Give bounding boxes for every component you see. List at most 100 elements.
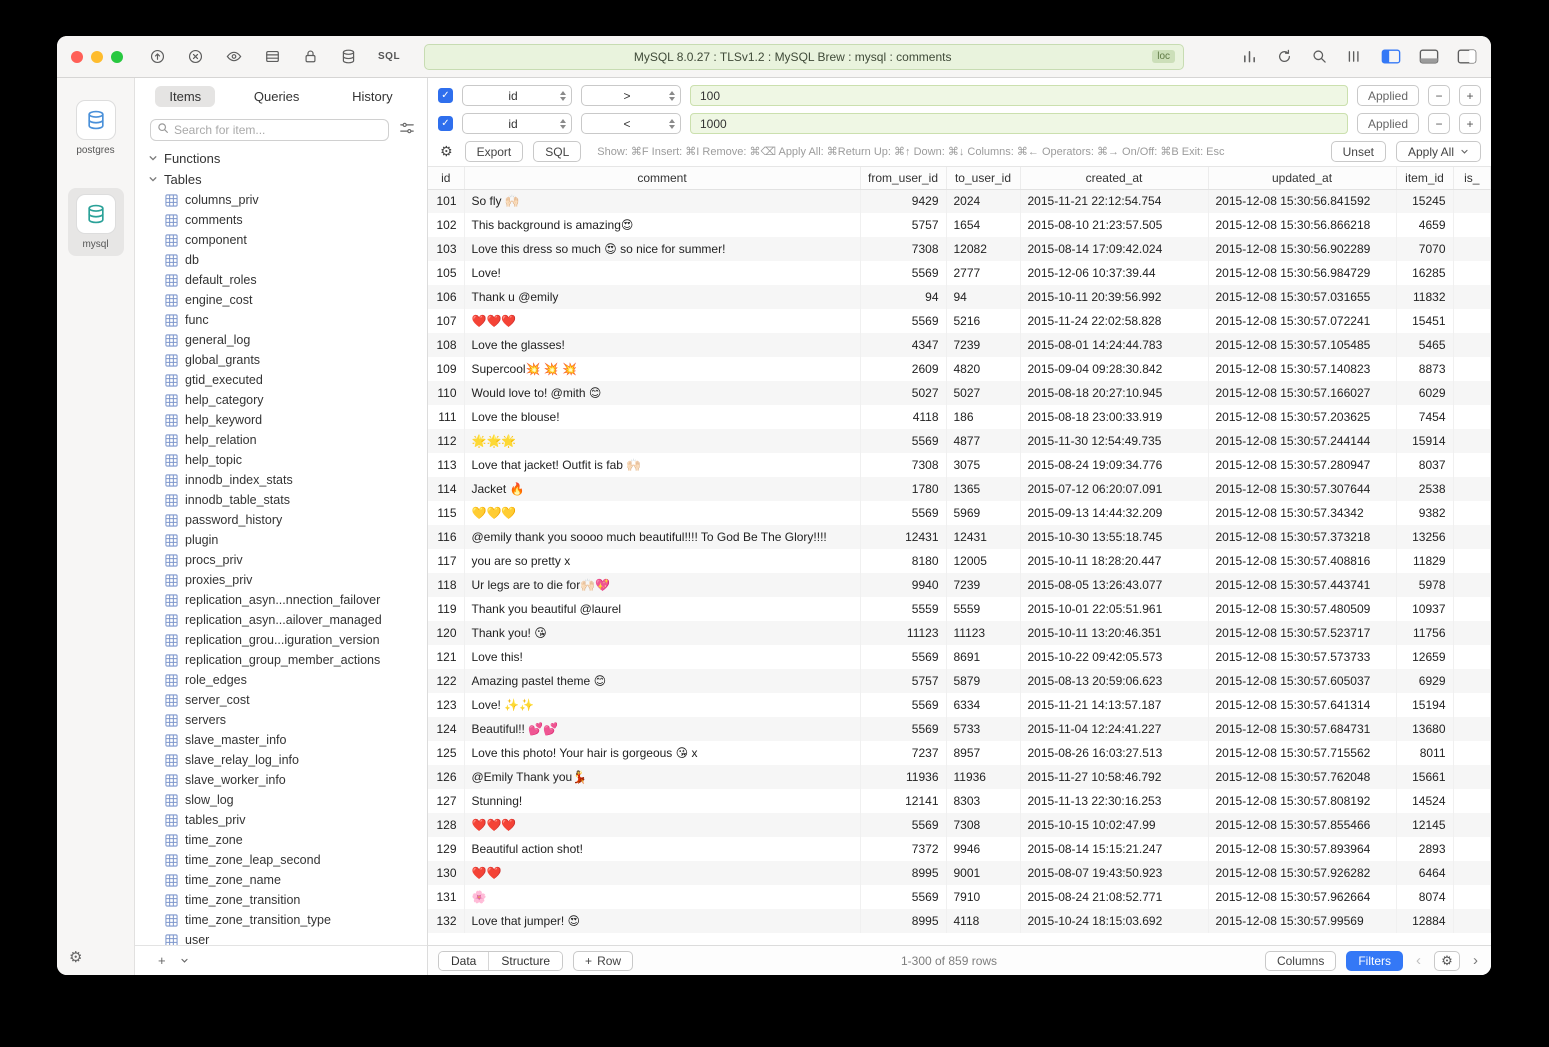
table-row[interactable]: 113Love that jacket! Outfit is fab 🙌🏻730… — [428, 453, 1491, 477]
cell-comment[interactable]: Love! ✨✨ — [464, 693, 860, 717]
cell-comment[interactable]: Love that jumper! 😍 — [464, 909, 860, 933]
tab-data[interactable]: Data — [439, 952, 488, 970]
cell-created_at[interactable]: 2015-08-14 15:15:21.247 — [1020, 837, 1208, 861]
cell-to_user_id[interactable]: 12082 — [946, 237, 1020, 261]
cell-is_[interactable] — [1453, 669, 1491, 693]
cell-comment[interactable]: Thank you beautiful @laurel — [464, 597, 860, 621]
filter-field-select[interactable]: id — [462, 85, 572, 106]
table-row[interactable]: 116@emily thank you soooo much beautiful… — [428, 525, 1491, 549]
cell-created_at[interactable]: 2015-11-24 22:02:58.828 — [1020, 309, 1208, 333]
sidebar-table-innodb_index_stats[interactable]: innodb_index_stats — [135, 470, 427, 490]
cell-is_[interactable] — [1453, 837, 1491, 861]
cell-created_at[interactable]: 2015-10-11 18:28:20.447 — [1020, 549, 1208, 573]
cell-from_user_id[interactable]: 5027 — [860, 381, 946, 405]
cell-item_id[interactable]: 15661 — [1396, 765, 1453, 789]
sidebar-table-slave_relay_log_info[interactable]: slave_relay_log_info — [135, 750, 427, 770]
cell-updated_at[interactable]: 2015-12-08 15:30:57.926282 — [1208, 861, 1396, 885]
sidebar-table-comments[interactable]: comments — [135, 210, 427, 230]
cell-from_user_id[interactable]: 8180 — [860, 549, 946, 573]
cell-from_user_id[interactable]: 8995 — [860, 909, 946, 933]
cell-updated_at[interactable]: 2015-12-08 15:30:56.866218 — [1208, 213, 1396, 237]
cell-created_at[interactable]: 2015-10-15 10:02:47.99 — [1020, 813, 1208, 837]
cell-id[interactable]: 124 — [428, 717, 464, 741]
cell-from_user_id[interactable]: 7308 — [860, 237, 946, 261]
table-row[interactable]: 117you are so pretty x8180120052015-10-1… — [428, 549, 1491, 573]
cell-to_user_id[interactable]: 186 — [946, 405, 1020, 429]
cell-id[interactable]: 122 — [428, 669, 464, 693]
table-row[interactable]: 124Beautiful!! 💕💕556957332015-11-04 12:2… — [428, 717, 1491, 741]
sidebar-table-time_zone_transition[interactable]: time_zone_transition — [135, 890, 427, 910]
cell-to_user_id[interactable]: 4877 — [946, 429, 1020, 453]
cell-updated_at[interactable]: 2015-12-08 15:30:57.573733 — [1208, 645, 1396, 669]
cell-id[interactable]: 126 — [428, 765, 464, 789]
cell-comment[interactable]: you are so pretty x — [464, 549, 860, 573]
cell-updated_at[interactable]: 2015-12-08 15:30:57.34342 — [1208, 501, 1396, 525]
cell-item_id[interactable]: 8011 — [1396, 741, 1453, 765]
cell-to_user_id[interactable]: 5559 — [946, 597, 1020, 621]
cell-item_id[interactable]: 5978 — [1396, 573, 1453, 597]
table-row[interactable]: 114Jacket 🔥178013652015-07-12 06:20:07.0… — [428, 477, 1491, 501]
cell-is_[interactable] — [1453, 789, 1491, 813]
export-button[interactable]: Export — [465, 141, 524, 162]
cell-item_id[interactable]: 10937 — [1396, 597, 1453, 621]
cell-created_at[interactable]: 2015-10-11 20:39:56.992 — [1020, 285, 1208, 309]
sidebar-table-time_zone[interactable]: time_zone — [135, 830, 427, 850]
cell-comment[interactable]: Supercool💥 💥 💥 — [464, 357, 860, 381]
cell-is_[interactable] — [1453, 429, 1491, 453]
cell-comment[interactable]: 🌟🌟🌟 — [464, 429, 860, 453]
cell-item_id[interactable]: 15194 — [1396, 693, 1453, 717]
cell-created_at[interactable]: 2015-08-10 21:23:57.505 — [1020, 213, 1208, 237]
cell-item_id[interactable]: 15245 — [1396, 189, 1453, 213]
cell-item_id[interactable]: 12145 — [1396, 813, 1453, 837]
table-row[interactable]: 129Beautiful action shot!737299462015-08… — [428, 837, 1491, 861]
sidebar-table-gtid_executed[interactable]: gtid_executed — [135, 370, 427, 390]
cell-to_user_id[interactable]: 8691 — [946, 645, 1020, 669]
column-header-comment[interactable]: comment — [464, 167, 860, 189]
toggle-right-panel-icon[interactable] — [1457, 48, 1477, 65]
cell-comment[interactable]: Love this photo! Your hair is gorgeous 😘… — [464, 741, 860, 765]
cell-created_at[interactable]: 2015-08-18 20:27:10.945 — [1020, 381, 1208, 405]
cell-comment[interactable]: Love this dress so much 😍 so nice for su… — [464, 237, 860, 261]
cell-from_user_id[interactable]: 12141 — [860, 789, 946, 813]
database-icon[interactable] — [340, 48, 357, 65]
add-filter-button[interactable]: + — [1459, 113, 1481, 134]
cell-id[interactable]: 127 — [428, 789, 464, 813]
cell-comment[interactable]: ❤️❤️ — [464, 861, 860, 885]
disconnect-icon[interactable] — [187, 48, 204, 65]
cell-from_user_id[interactable]: 94 — [860, 285, 946, 309]
cell-id[interactable]: 116 — [428, 525, 464, 549]
cell-comment[interactable]: Amazing pastel theme 😊 — [464, 669, 860, 693]
tree-section-functions[interactable]: Functions — [135, 148, 427, 169]
cell-updated_at[interactable]: 2015-12-08 15:30:57.105485 — [1208, 333, 1396, 357]
cell-to_user_id[interactable]: 12005 — [946, 549, 1020, 573]
grid-settings-gear-icon[interactable]: ⚙ — [1434, 951, 1460, 971]
cell-updated_at[interactable]: 2015-12-08 15:30:57.99569 — [1208, 909, 1396, 933]
cell-updated_at[interactable]: 2015-12-08 15:30:57.203625 — [1208, 405, 1396, 429]
cell-comment[interactable]: Thank you! 😘 — [464, 621, 860, 645]
table-row[interactable]: 105Love!556927772015-12-06 10:37:39.4420… — [428, 261, 1491, 285]
cell-updated_at[interactable]: 2015-12-08 15:30:57.480509 — [1208, 597, 1396, 621]
cell-item_id[interactable]: 11832 — [1396, 285, 1453, 309]
cell-is_[interactable] — [1453, 573, 1491, 597]
cell-item_id[interactable]: 6464 — [1396, 861, 1453, 885]
cell-is_[interactable] — [1453, 261, 1491, 285]
cell-comment[interactable]: Jacket 🔥 — [464, 477, 860, 501]
sidebar-table-replication_asyn...nnection_failover[interactable]: replication_asyn...nnection_failover — [135, 590, 427, 610]
cell-to_user_id[interactable]: 11123 — [946, 621, 1020, 645]
cell-created_at[interactable]: 2015-10-11 13:20:46.351 — [1020, 621, 1208, 645]
cell-id[interactable]: 113 — [428, 453, 464, 477]
table-row[interactable]: 107❤️❤️❤️556952162015-11-24 22:02:58.828… — [428, 309, 1491, 333]
columns-button[interactable]: Columns — [1265, 951, 1336, 971]
table-row[interactable]: 109Supercool💥 💥 💥260948202015-09-04 09:2… — [428, 357, 1491, 381]
cell-id[interactable]: 114 — [428, 477, 464, 501]
table-row[interactable]: 111Love the blouse!41181862015-08-18 23:… — [428, 405, 1491, 429]
sidebar-table-role_edges[interactable]: role_edges — [135, 670, 427, 690]
table-row[interactable]: 131🌸556979102015-08-24 21:08:52.7712015-… — [428, 885, 1491, 909]
cell-comment[interactable]: Would love to! @mith 😊 — [464, 381, 860, 405]
cell-updated_at[interactable]: 2015-12-08 15:30:57.373218 — [1208, 525, 1396, 549]
cell-id[interactable]: 109 — [428, 357, 464, 381]
sidebar-table-general_log[interactable]: general_log — [135, 330, 427, 350]
cell-id[interactable]: 125 — [428, 741, 464, 765]
cell-id[interactable]: 120 — [428, 621, 464, 645]
table-row[interactable]: 125Love this photo! Your hair is gorgeou… — [428, 741, 1491, 765]
